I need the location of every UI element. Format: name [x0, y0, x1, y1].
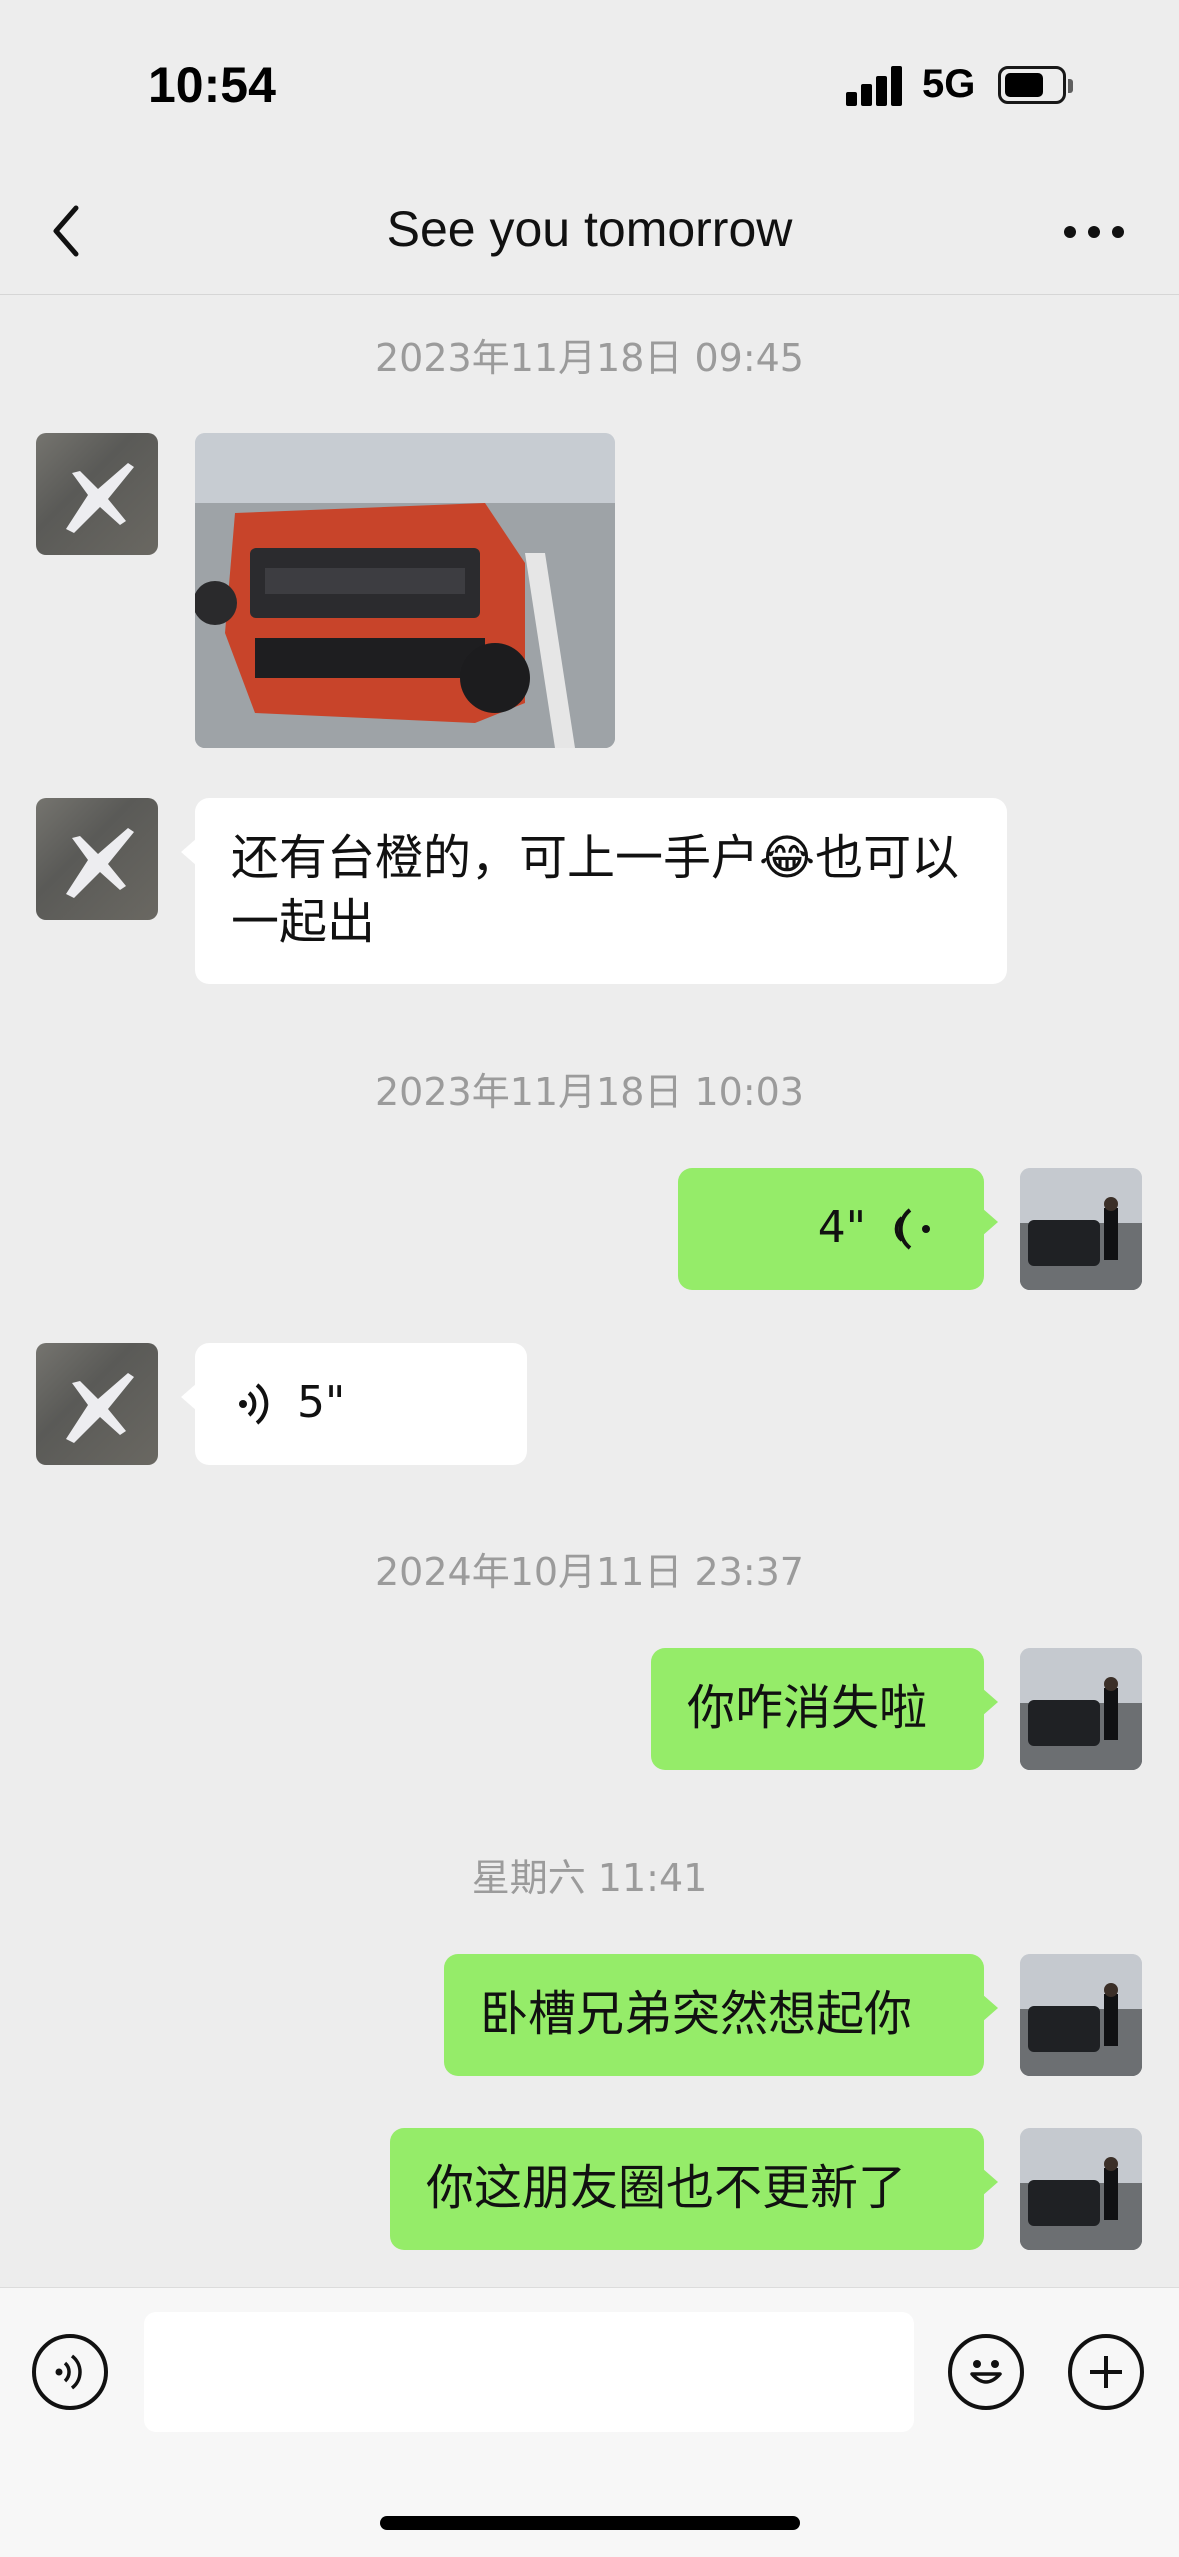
plane-icon: [66, 1373, 134, 1443]
my-avatar[interactable]: [1020, 1954, 1142, 2076]
signal-icon: [846, 66, 904, 106]
emoji-icon: [970, 2360, 1002, 2384]
message-image[interactable]: [195, 433, 615, 748]
truck-avatar-image: [1020, 1648, 1142, 1770]
truck-avatar-image: [1020, 2128, 1142, 2250]
truck-photo: [195, 433, 615, 748]
voice-message-outgoing[interactable]: 4": [678, 1168, 998, 1290]
voice-icon: [55, 2354, 82, 2390]
voice-wave-icon: [894, 1208, 930, 1250]
status-bar: 10:54 5G: [0, 0, 1179, 170]
home-indicator[interactable]: [380, 2516, 800, 2530]
contact-avatar[interactable]: [36, 433, 158, 555]
status-time: 10:54: [148, 57, 276, 113]
voice-wave-icon: [239, 1383, 269, 1425]
message-text: 卧槽兄弟突然想起你: [480, 1986, 913, 2042]
timestamp: 2023年11月18日 09:45: [374, 336, 804, 380]
my-avatar[interactable]: [1020, 1648, 1142, 1770]
voice-duration: 4": [817, 1202, 866, 1253]
message-input[interactable]: [144, 2312, 914, 2432]
plane-icon: [66, 463, 134, 533]
message-bubble-outgoing[interactable]: 你咋消失啦: [651, 1648, 998, 1770]
plane-icon: [66, 828, 134, 898]
voice-message-incoming[interactable]: 5": [181, 1343, 527, 1465]
timestamp: 2023年11月18日 10:03: [374, 1070, 804, 1114]
timestamp: 星期六 11:41: [471, 1856, 708, 1900]
more-options-button[interactable]: [1068, 2334, 1144, 2410]
timestamp: 2024年10月11日 23:37: [374, 1550, 804, 1594]
message-bubble-outgoing[interactable]: 卧槽兄弟突然想起你: [444, 1954, 998, 2076]
network-type: 5G: [922, 62, 976, 106]
contact-avatar[interactable]: [36, 798, 158, 920]
chat-header: See you tomorrow: [0, 170, 1179, 295]
message-list[interactable]: 2023年11月18日 09:45 还有台橙的，可上一手户😂也可以一起出 202…: [0, 295, 1179, 2287]
more-icon[interactable]: [1064, 222, 1124, 242]
voice-input-button[interactable]: [32, 2334, 108, 2410]
truck-avatar-image: [1020, 1954, 1142, 2076]
my-avatar[interactable]: [1020, 1168, 1142, 1290]
truck-avatar-image: [1020, 1168, 1142, 1290]
message-bubble-outgoing[interactable]: 你这朋友圈也不更新了: [390, 2128, 998, 2250]
emoji-button[interactable]: [948, 2334, 1024, 2410]
message-text: 还有台橙的，可上一手户😂也可以一起出: [231, 830, 960, 950]
message-text: 你这朋友圈也不更新了: [426, 2160, 907, 2216]
input-bar: [0, 2287, 1179, 2557]
contact-avatar[interactable]: [36, 1343, 158, 1465]
battery-icon: [998, 66, 1073, 104]
chat-title: See you tomorrow: [386, 201, 793, 257]
voice-duration: 5": [297, 1377, 346, 1428]
message-text: 你咋消失啦: [687, 1680, 928, 1736]
message-bubble-incoming[interactable]: 还有台橙的，可上一手户😂也可以一起出: [181, 798, 1007, 984]
my-avatar[interactable]: [1020, 2128, 1142, 2250]
plus-icon: [1090, 2356, 1122, 2388]
